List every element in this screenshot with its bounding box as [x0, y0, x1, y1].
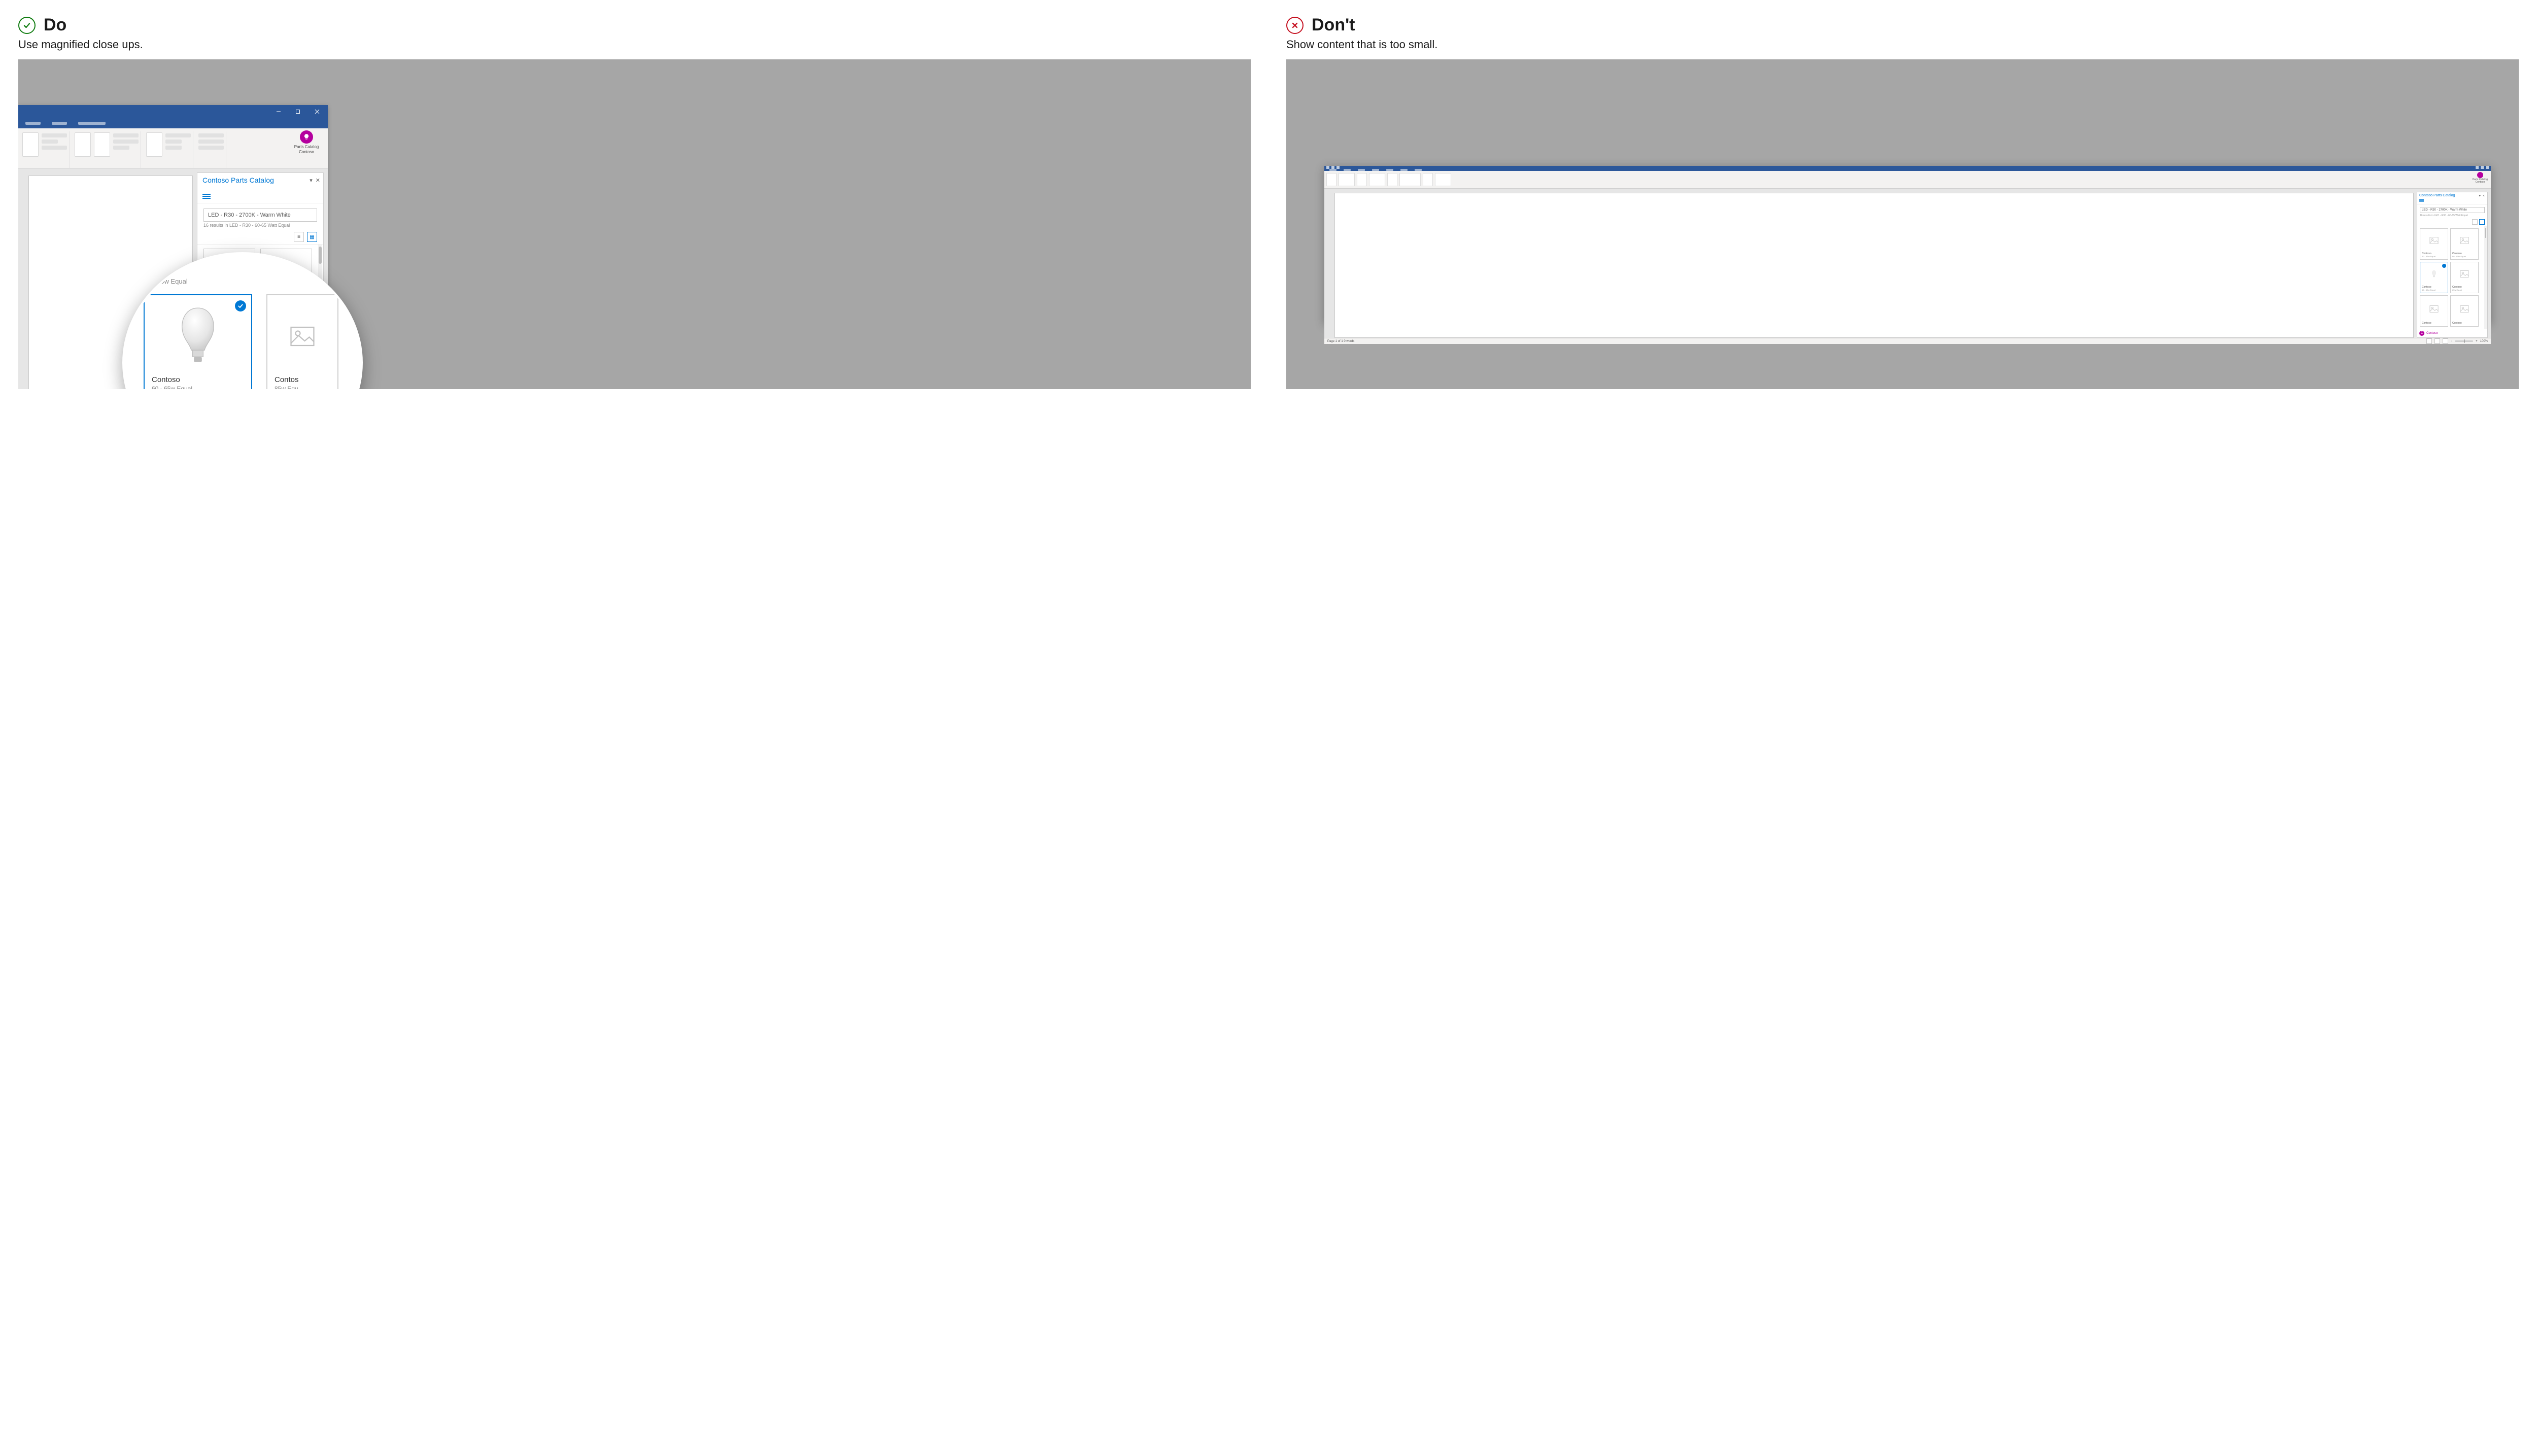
- image-placeholder-icon: [2460, 296, 2469, 322]
- lightbulb-icon: [300, 130, 313, 144]
- do-dont-columns: Do Use magnified close ups.: [18, 15, 2519, 389]
- lightbulb-product-icon: [152, 303, 244, 369]
- ribbon-addin-label-1: Parts Catalog: [289, 145, 324, 150]
- view-mode-button[interactable]: [2443, 338, 2448, 344]
- window-titlebar: [18, 105, 328, 118]
- taskpane-close-icon[interactable]: ×: [2483, 194, 2485, 198]
- close-button[interactable]: [307, 105, 327, 118]
- image-placeholder-icon: [275, 303, 330, 369]
- tiny-result-card[interactable]: Contoso60 - 65w Equal: [2420, 228, 2448, 260]
- taskpane-title: Contoso Parts Catalog: [202, 176, 274, 184]
- tiny-taskpane-footer: C Contoso: [2417, 329, 2487, 337]
- ribbon-addin-button[interactable]: Parts Catalog Contoso: [289, 130, 324, 154]
- do-preview-panel: Parts Catalog Contoso Contoso Parts Cata…: [18, 59, 1251, 389]
- status-left: Page 1 of 1 0 words: [1327, 340, 1354, 343]
- check-badge-icon: [235, 300, 246, 311]
- magnified-card-peek[interactable]: Contos 85w Equ: [266, 294, 338, 389]
- tiny-card-sub: 60 - 65w Equal: [2420, 289, 2437, 293]
- taskpane-close-icon[interactable]: ✕: [316, 177, 320, 184]
- grid-view-icon[interactable]: ▦: [307, 232, 317, 242]
- magnifier-peek-sub: 60 - 65w Equal: [144, 278, 347, 285]
- tiny-taskpane: Contoso Parts Catalog ▾ × LED - R30 - 27…: [2417, 192, 2488, 338]
- dont-preview-panel: Parts Catalog Contoso Contoso Parts Cata…: [1286, 59, 2519, 389]
- dont-column: Don't Show content that is too small.: [1286, 15, 2519, 389]
- tiny-document-page[interactable]: [1334, 193, 2414, 338]
- tiny-card-sub: 60 - 65w Equal: [2420, 255, 2437, 259]
- tiny-body: Contoso Parts Catalog ▾ × LED - R30 - 27…: [1324, 189, 2491, 338]
- zoom-percent: 100%: [2480, 340, 2488, 343]
- magnified-card-title: Contoso: [152, 375, 244, 384]
- search-results-count: 16 results in LED - R30 - 60-65 Watt Equ…: [203, 223, 317, 228]
- image-placeholder-icon: [2460, 262, 2469, 286]
- image-placeholder-icon: [2429, 296, 2439, 322]
- grid-view-icon[interactable]: [2479, 219, 2485, 225]
- ribbon-tabs: [18, 118, 328, 128]
- tiny-taskpane-title: Contoso Parts Catalog: [2419, 194, 2455, 198]
- check-circle-icon: [18, 17, 36, 34]
- dont-header: Don't: [1286, 15, 2519, 35]
- tiny-card-sub: 60 - 65w Equal: [2451, 255, 2467, 259]
- zoom-out-icon[interactable]: −: [2451, 340, 2453, 343]
- magnified-peek-title: Contos: [275, 375, 330, 384]
- lightbulb-icon: [2477, 172, 2483, 178]
- tiny-search-field[interactable]: LED - R30 - 2700K - Warm White: [2420, 207, 2485, 213]
- ribbon-addin-label-2: Contoso: [289, 150, 324, 155]
- maximize-button[interactable]: [288, 105, 307, 118]
- tiny-result-card[interactable]: Contoso60 - 65w Equal: [2420, 262, 2448, 293]
- tiny-word-window: Parts Catalog Contoso Contoso Parts Cata…: [1324, 166, 2491, 323]
- magnified-peek-sub: 85w Equ: [275, 385, 330, 389]
- taskpane-dropdown-icon[interactable]: ▾: [310, 177, 313, 184]
- tiny-card-sub: [2451, 325, 2454, 326]
- do-subheading: Use magnified close ups.: [18, 38, 1251, 51]
- zoom-slider[interactable]: [2455, 340, 2473, 342]
- list-view-icon[interactable]: ≡: [294, 232, 304, 242]
- magnified-card-selected[interactable]: Contoso 60 - 65w Equal: [144, 294, 252, 389]
- dont-heading: Don't: [1312, 15, 1355, 35]
- tiny-result-card[interactable]: Contoso85w Equal: [2450, 262, 2479, 293]
- tiny-footer-name: Contoso: [2426, 332, 2438, 335]
- taskpane-search: LED - R30 - 2700K - Warm White 16 result…: [203, 209, 317, 228]
- lightbulb-product-icon: [2429, 262, 2439, 286]
- taskpane-dropdown-icon[interactable]: ▾: [2479, 194, 2481, 198]
- scrollbar[interactable]: [2484, 226, 2487, 329]
- magnified-card-sub: 60 - 65w Equal: [152, 385, 244, 389]
- avatar-icon: C: [2419, 331, 2424, 336]
- tiny-result-card[interactable]: Contoso: [2420, 295, 2448, 327]
- minimize-button[interactable]: [269, 105, 288, 118]
- search-query-field[interactable]: LED - R30 - 2700K - Warm White: [203, 209, 317, 222]
- tiny-card-sub: 85w Equal: [2451, 289, 2463, 293]
- tiny-card-sub: [2420, 325, 2423, 326]
- tiny-result-card[interactable]: Contoso: [2450, 295, 2479, 327]
- tiny-status-bar: Page 1 of 1 0 words − + 100%: [1324, 338, 2491, 344]
- do-column: Do Use magnified close ups.: [18, 15, 1251, 389]
- tiny-search-sub: 16 results in LED - R30 - 60-65 Watt Equ…: [2420, 214, 2485, 217]
- image-placeholder-icon: [2429, 229, 2439, 252]
- tiny-ribbon: Parts Catalog Contoso: [1324, 171, 2491, 189]
- do-header: Do: [18, 15, 1251, 35]
- image-placeholder-icon: [2460, 229, 2469, 252]
- x-circle-icon: [1286, 17, 1304, 34]
- tiny-addin-button[interactable]: Parts Catalog Contoso: [2473, 172, 2488, 184]
- ribbon: Parts Catalog Contoso: [18, 128, 328, 168]
- dont-subheading: Show content that is too small.: [1286, 38, 2519, 51]
- zoom-in-icon[interactable]: +: [2476, 340, 2478, 343]
- hamburger-icon[interactable]: [202, 194, 211, 199]
- view-mode-button[interactable]: [2435, 338, 2440, 344]
- do-heading: Do: [44, 15, 66, 35]
- tiny-result-card[interactable]: Contoso60 - 65w Equal: [2450, 228, 2479, 260]
- view-mode-button[interactable]: [2426, 338, 2432, 344]
- hamburger-icon[interactable]: [2417, 199, 2487, 204]
- list-view-icon[interactable]: [2472, 219, 2478, 225]
- tiny-results-grid: Contoso60 - 65w EqualContoso60 - 65w Equ…: [2417, 226, 2487, 329]
